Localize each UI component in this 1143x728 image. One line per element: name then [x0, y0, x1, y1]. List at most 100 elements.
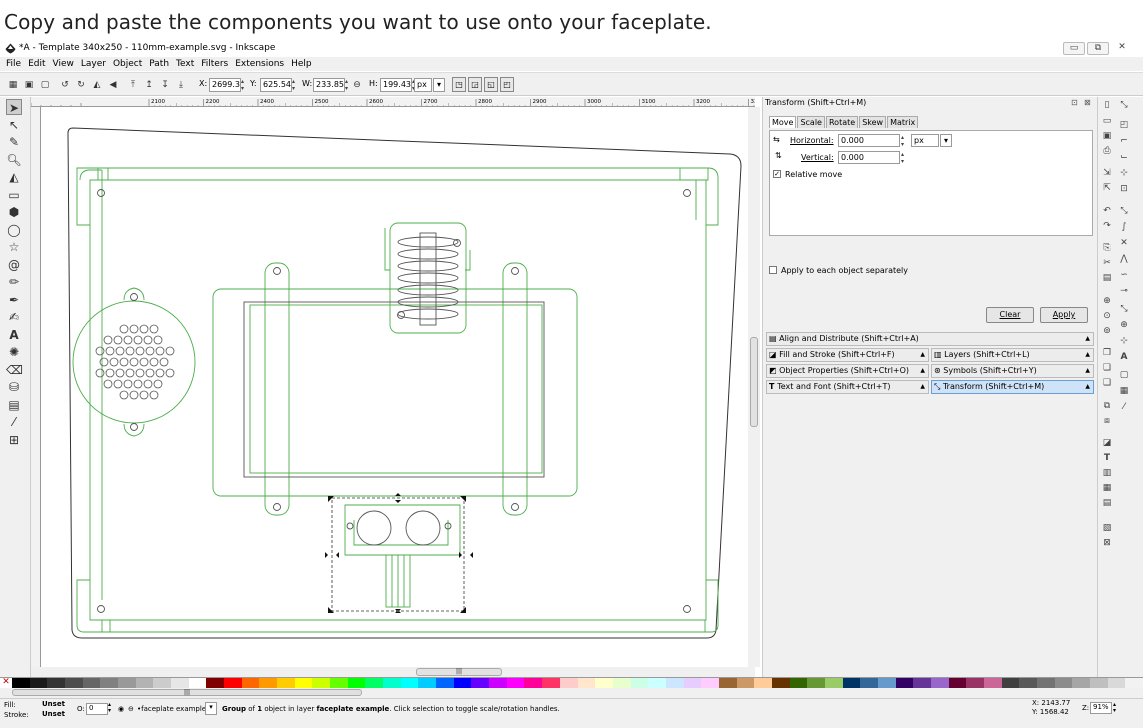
color-swatch[interactable]	[807, 678, 825, 688]
pen-tool-icon[interactable]: ✒	[6, 292, 22, 308]
menu-file[interactable]: File	[6, 57, 21, 71]
unlink-clone-icon[interactable]: ❑	[1101, 377, 1113, 389]
color-swatch[interactable]	[930, 678, 949, 688]
color-swatch[interactable]	[983, 678, 1002, 688]
color-swatch[interactable]	[1107, 678, 1126, 688]
color-swatch[interactable]	[259, 678, 278, 688]
minimize-button[interactable]: ▭	[1063, 42, 1085, 55]
stroke-indicator[interactable]: Unset	[42, 710, 65, 718]
dock-text-font[interactable]: T Text and Font (Shift+Ctrl+T) ▲	[766, 380, 929, 394]
snap-grid-icon[interactable]: ▦	[1118, 385, 1130, 397]
palette-scrollbar[interactable]: |||	[0, 688, 1143, 698]
layer-dropdown-icon[interactable]: ▾	[205, 702, 217, 715]
layer-lock-icon[interactable]: ⊖	[128, 705, 134, 713]
text-tool-icon[interactable]: A	[6, 327, 22, 343]
snap-text-baseline-icon[interactable]: A	[1118, 351, 1130, 363]
menu-text[interactable]: Text	[176, 57, 194, 71]
tweak-tool-icon[interactable]: ✎	[6, 134, 22, 150]
menu-view[interactable]: View	[53, 57, 74, 71]
calligraphy-tool-icon[interactable]: ✍	[6, 309, 22, 325]
menu-edit[interactable]: Edit	[28, 57, 45, 71]
eraser-tool-icon[interactable]: ⌫	[6, 362, 23, 378]
color-swatch[interactable]	[577, 678, 596, 688]
copy-icon[interactable]: ⎘	[1101, 242, 1113, 254]
color-swatch[interactable]	[241, 678, 260, 688]
color-swatch[interactable]	[612, 678, 631, 688]
color-swatch[interactable]	[1072, 678, 1090, 688]
color-swatch[interactable]	[1019, 678, 1037, 688]
color-swatch[interactable]	[471, 678, 490, 688]
zoom-selection-icon[interactable]: ⊕	[1101, 295, 1113, 307]
apply-button[interactable]: Apply	[1040, 307, 1088, 323]
dock-align-distribute[interactable]: ▤ Align and Distribute (Shift+Ctrl+A) ▲	[766, 332, 1094, 346]
tab-rotate[interactable]: Rotate	[825, 116, 859, 128]
layer-visibility-icon[interactable]: ◉	[118, 705, 124, 713]
unit-dropdown-icon[interactable]: ▾	[433, 78, 445, 92]
dock-fill-stroke[interactable]: ◪ Fill and Stroke (Shift+Ctrl+F) ▲	[766, 348, 929, 362]
flip-horizontal-icon[interactable]: ◭	[90, 78, 104, 92]
lock-ratio-icon[interactable]: ⊖	[352, 78, 362, 92]
palette-scroll-thumb[interactable]: |||	[12, 689, 362, 696]
snap-bbox-centers-icon[interactable]: ⊡	[1118, 183, 1130, 195]
color-swatch[interactable]	[754, 678, 772, 688]
menu-path[interactable]: Path	[149, 57, 169, 71]
save-icon[interactable]: ▣	[1101, 130, 1113, 142]
document-properties-icon[interactable]: ▧	[1101, 522, 1113, 534]
snap-intersections-icon[interactable]: ✕	[1118, 237, 1130, 249]
connector-tool-icon[interactable]: ⊞	[6, 432, 22, 448]
snap-bbox-icon[interactable]: ◰	[1118, 119, 1130, 131]
layers-dialog-icon[interactable]: ▥	[1101, 467, 1113, 479]
pencil-tool-icon[interactable]: ✏	[6, 274, 22, 290]
move-patterns-toggle-icon[interactable]: ◰	[500, 77, 514, 92]
collapse-arrow-icon[interactable]: ▲	[920, 381, 925, 393]
w-field[interactable]: 233.858	[313, 78, 345, 92]
x-field[interactable]: 2699.34	[209, 78, 241, 92]
menu-filters[interactable]: Filters	[201, 57, 228, 71]
dialog-close-icon[interactable]: ⊠	[1084, 98, 1091, 107]
h-field[interactable]: 199.432	[380, 78, 412, 92]
tab-move[interactable]: Move	[769, 116, 797, 128]
move-unit-select[interactable]: px	[911, 134, 939, 147]
snap-nodes-icon[interactable]: ⤡	[1118, 205, 1130, 217]
color-swatch[interactable]	[294, 678, 313, 688]
color-swatch[interactable]	[524, 678, 543, 688]
horizontal-scroll-thumb[interactable]: |||	[416, 668, 502, 676]
color-swatch[interactable]	[65, 678, 83, 688]
menu-extensions[interactable]: Extensions	[235, 57, 284, 71]
star-tool-icon[interactable]: ☆	[6, 239, 22, 255]
color-swatch[interactable]	[118, 678, 136, 688]
color-swatch[interactable]	[1001, 678, 1020, 688]
color-swatch[interactable]	[1036, 678, 1055, 688]
opacity-field[interactable]: 0	[86, 703, 108, 715]
spiral-tool-icon[interactable]: @	[6, 257, 22, 273]
color-swatch[interactable]	[347, 678, 366, 688]
color-swatch[interactable]	[47, 678, 66, 688]
snap-rotation-centers-icon[interactable]: ⊹	[1118, 335, 1130, 347]
color-swatch[interactable]	[12, 678, 30, 688]
export-icon[interactable]: ⇱	[1101, 182, 1113, 194]
paste-icon[interactable]: ▤	[1101, 272, 1113, 284]
snap-centers-icon[interactable]: ⊕	[1118, 319, 1130, 331]
color-swatch[interactable]	[895, 678, 914, 688]
collapse-arrow-icon[interactable]: ▲	[1085, 349, 1090, 361]
snap-guides-icon[interactable]: ⁄	[1118, 401, 1130, 413]
color-swatch[interactable]	[418, 678, 437, 688]
flip-vertical-icon[interactable]: ◀	[106, 78, 120, 92]
color-swatch[interactable]	[330, 678, 348, 688]
restore-button[interactable]: ⧉	[1087, 42, 1109, 55]
vertical-scrollbar[interactable]	[748, 107, 760, 667]
color-swatch[interactable]	[877, 678, 896, 688]
close-button[interactable]: ✕	[1111, 42, 1133, 55]
color-swatch[interactable]	[648, 678, 666, 688]
snap-toggle-icon[interactable]: ⤡	[1118, 99, 1130, 111]
clone-icon[interactable]: ❏	[1101, 362, 1113, 374]
select-all-icon[interactable]: ▦	[6, 78, 20, 92]
snap-bbox-midpoints-icon[interactable]: ⊹	[1118, 167, 1130, 179]
color-swatch[interactable]	[771, 678, 790, 688]
raise-icon[interactable]: ↥	[142, 78, 156, 92]
color-swatch[interactable]	[665, 678, 684, 688]
ellipse-tool-icon[interactable]: ◯	[6, 222, 22, 238]
color-swatch[interactable]	[188, 678, 207, 688]
color-swatch[interactable]	[559, 678, 578, 688]
color-swatch[interactable]	[224, 678, 242, 688]
